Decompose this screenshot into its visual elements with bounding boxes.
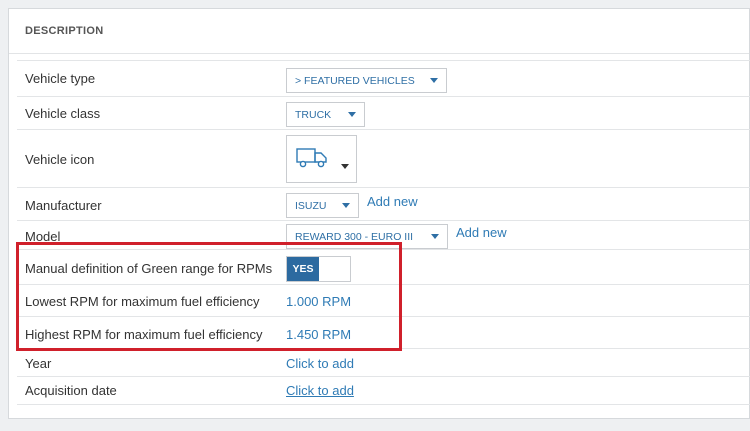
row-vehicle-icon: Vehicle icon — [17, 130, 750, 188]
chevron-down-icon — [341, 164, 349, 169]
row-acquisition-date: Acquisition date Click to add — [17, 377, 750, 405]
row-manufacturer: Manufacturer ISUZU Add new — [17, 188, 750, 221]
vehicle-class-label: Vehicle class — [25, 106, 101, 121]
model-label: Model — [25, 229, 61, 244]
truck-icon — [296, 148, 327, 168]
vehicle-type-label: Vehicle type — [25, 71, 96, 86]
vehicle-type-value: > FEATURED VEHICLES — [295, 74, 415, 87]
acquisition-date-label: Acquisition date — [25, 383, 117, 398]
lowest-rpm-value[interactable]: 1.000 RPM — [286, 294, 351, 309]
row-vehicle-type: Vehicle type > FEATURED VEHICLES — [17, 61, 750, 97]
model-dropdown[interactable]: REWARD 300 - EURO III — [286, 224, 448, 249]
vehicle-class-dropdown[interactable]: TRUCK — [286, 102, 365, 127]
model-add-new-link[interactable]: Add new — [456, 225, 507, 240]
chevron-down-icon — [342, 203, 350, 208]
model-value: REWARD 300 - EURO III — [295, 230, 414, 243]
year-label: Year — [25, 356, 52, 371]
properties-table: Vehicle type > FEATURED VEHICLES Vehicle… — [17, 60, 750, 405]
manufacturer-add-new-link[interactable]: Add new — [367, 194, 418, 209]
row-model: Model REWARD 300 - EURO III Add new — [17, 221, 750, 250]
row-year: Year Click to add — [17, 349, 750, 377]
year-click-to-add-link[interactable]: Click to add — [286, 356, 354, 371]
highest-rpm-label: Highest RPM for maximum fuel efficiency — [25, 327, 263, 342]
vehicle-icon-picker[interactable] — [286, 135, 357, 183]
vehicle-class-value: TRUCK — [295, 108, 332, 121]
row-green-range: Manual definition of Green range for RPM… — [17, 250, 750, 285]
manufacturer-label: Manufacturer — [25, 198, 102, 213]
acquisition-date-click-to-add-link[interactable]: Click to add — [286, 383, 354, 398]
row-lowest-rpm: Lowest RPM for maximum fuel efficiency 1… — [17, 285, 750, 317]
row-vehicle-class: Vehicle class TRUCK — [17, 97, 750, 130]
green-range-toggle[interactable]: YES — [286, 256, 351, 282]
panel-title: DESCRIPTION — [9, 9, 749, 54]
row-highest-rpm: Highest RPM for maximum fuel efficiency … — [17, 317, 750, 349]
manufacturer-dropdown[interactable]: ISUZU — [286, 193, 359, 218]
green-range-label: Manual definition of Green range for RPM… — [25, 261, 273, 276]
vehicle-icon-label: Vehicle icon — [25, 152, 95, 167]
chevron-down-icon — [348, 112, 356, 117]
chevron-down-icon — [431, 234, 439, 239]
lowest-rpm-label: Lowest RPM for maximum fuel efficiency — [25, 294, 260, 309]
toggle-yes-label: YES — [287, 257, 319, 281]
vehicle-type-dropdown[interactable]: > FEATURED VEHICLES — [286, 68, 447, 93]
highest-rpm-value[interactable]: 1.450 RPM — [286, 327, 351, 342]
chevron-down-icon — [430, 78, 438, 83]
manufacturer-value: ISUZU — [295, 199, 327, 212]
